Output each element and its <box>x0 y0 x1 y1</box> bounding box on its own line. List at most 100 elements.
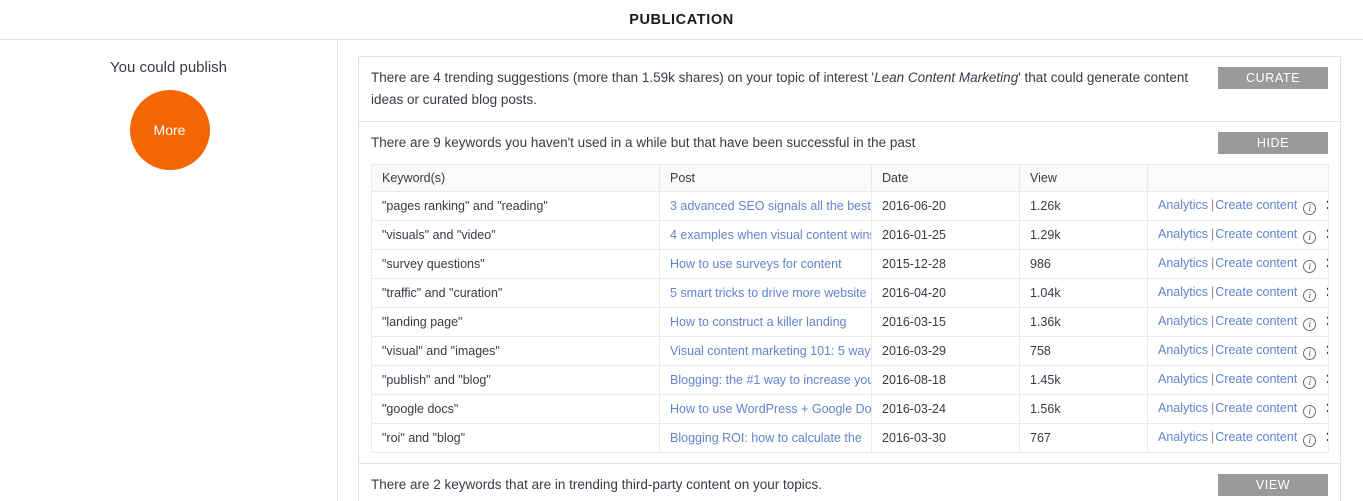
trending-text-before: There are 4 trending suggestions (more t… <box>371 70 875 85</box>
close-icon[interactable]: ✕ <box>1325 284 1327 301</box>
cell-date: 2016-03-15 <box>871 307 1020 337</box>
trending-suggestions-text: There are 4 trending suggestions (more t… <box>371 67 1328 111</box>
table-row: "pages ranking" and "reading" 3 advanced … <box>371 191 1329 221</box>
cell-keyword: "landing page" <box>371 307 660 337</box>
create-content-link[interactable]: Create content <box>1215 314 1297 328</box>
curate-button[interactable]: CURATE <box>1218 67 1328 89</box>
analytics-link[interactable]: Analytics <box>1158 227 1208 241</box>
cell-actions: Analytics|Create contenti✕ <box>1147 278 1329 308</box>
table-row: "publish" and "blog" Blogging: the #1 way… <box>371 365 1329 395</box>
cell-actions: Analytics|Create contenti✕ <box>1147 365 1329 395</box>
post-link[interactable]: How to construct a killer landing <box>670 315 846 329</box>
cell-keyword: "roi" and "blog" <box>371 423 660 453</box>
keywords-table-body: "pages ranking" and "reading" 3 advanced … <box>371 191 1329 453</box>
view-button[interactable]: VIEW <box>1218 474 1328 496</box>
create-content-link[interactable]: Create content <box>1215 285 1297 299</box>
create-content-link[interactable]: Create content <box>1215 430 1297 444</box>
info-icon[interactable]: i <box>1303 434 1317 447</box>
analytics-link[interactable]: Analytics <box>1158 285 1208 299</box>
trending-topic: Lean Content Marketing <box>874 70 1019 85</box>
close-icon[interactable]: ✕ <box>1325 313 1327 330</box>
post-link[interactable]: Blogging: the #1 way to increase your <box>670 373 871 387</box>
table-row: "roi" and "blog" Blogging ROI: how to cal… <box>371 423 1329 453</box>
cell-post: How to construct a killer landing <box>659 307 872 337</box>
create-content-link[interactable]: Create content <box>1215 256 1297 270</box>
cell-keyword: "survey questions" <box>371 249 660 279</box>
trending-suggestions-section: There are 4 trending suggestions (more t… <box>359 57 1340 122</box>
analytics-link[interactable]: Analytics <box>1158 430 1208 444</box>
column-header-actions <box>1147 164 1329 192</box>
post-link[interactable]: Visual content marketing 101: 5 ways <box>670 344 871 358</box>
post-link[interactable]: How to use WordPress + Google Docs <box>670 402 871 416</box>
post-link[interactable]: 3 advanced SEO signals all the best <box>670 199 871 213</box>
cell-keyword: "visuals" and "video" <box>371 220 660 250</box>
info-icon[interactable]: i <box>1303 376 1317 389</box>
info-icon[interactable]: i <box>1303 202 1317 215</box>
close-icon[interactable]: ✕ <box>1325 342 1327 359</box>
cell-date: 2016-06-20 <box>871 191 1020 221</box>
cell-post: How to use surveys for content <box>659 249 872 279</box>
keywords-intro-text: There are 9 keywords you haven't used in… <box>371 135 916 150</box>
cell-view: 1.26k <box>1019 191 1148 221</box>
column-header-view: View <box>1019 164 1148 192</box>
info-icon[interactable]: i <box>1303 347 1317 360</box>
close-icon[interactable]: ✕ <box>1325 197 1327 214</box>
table-row: "landing page" How to construct a killer … <box>371 307 1329 337</box>
table-row: "survey questions" How to use surveys for… <box>371 249 1329 279</box>
analytics-link[interactable]: Analytics <box>1158 343 1208 357</box>
close-icon[interactable]: ✕ <box>1325 255 1327 272</box>
analytics-link[interactable]: Analytics <box>1158 401 1208 415</box>
cell-actions: Analytics|Create contenti✕ <box>1147 220 1329 250</box>
cell-view: 758 <box>1019 336 1148 366</box>
more-button[interactable]: More <box>129 90 210 170</box>
page-header: PUBLICATION <box>0 0 1363 40</box>
create-content-link[interactable]: Create content <box>1215 198 1297 212</box>
table-row: "visuals" and "video" 4 examples when vis… <box>371 220 1329 250</box>
publish-sidebar: You could publish More <box>0 40 338 501</box>
create-content-link[interactable]: Create content <box>1215 372 1297 386</box>
info-icon[interactable]: i <box>1303 260 1317 273</box>
analytics-link[interactable]: Analytics <box>1158 256 1208 270</box>
info-icon[interactable]: i <box>1303 289 1317 302</box>
page-body: You could publish More There are 4 trend… <box>0 40 1363 501</box>
info-icon[interactable]: i <box>1303 231 1317 244</box>
keywords-table-head: Keyword(s) Post Date View <box>371 164 1329 192</box>
analytics-link[interactable]: Analytics <box>1158 314 1208 328</box>
cell-date: 2016-03-24 <box>871 394 1020 424</box>
cell-view: 1.29k <box>1019 220 1148 250</box>
close-icon[interactable]: ✕ <box>1325 371 1327 388</box>
cell-post: 5 smart tricks to drive more website <box>659 278 872 308</box>
close-icon[interactable]: ✕ <box>1325 226 1327 243</box>
cell-post: Blogging ROI: how to calculate the <box>659 423 872 453</box>
post-link[interactable]: 4 examples when visual content wins <box>670 228 871 242</box>
cell-date: 2016-01-25 <box>871 220 1020 250</box>
suggestions-column: There are 4 trending suggestions (more t… <box>338 40 1363 501</box>
close-icon[interactable]: ✕ <box>1325 429 1327 446</box>
cell-post: 3 advanced SEO signals all the best <box>659 191 872 221</box>
page-title: PUBLICATION <box>629 11 734 28</box>
cell-keyword: "traffic" and "curation" <box>371 278 660 308</box>
cell-view: 1.04k <box>1019 278 1148 308</box>
cell-view: 1.36k <box>1019 307 1148 337</box>
cell-view: 767 <box>1019 423 1148 453</box>
post-link[interactable]: Blogging ROI: how to calculate the <box>670 431 862 445</box>
create-content-link[interactable]: Create content <box>1215 343 1297 357</box>
post-link[interactable]: 5 smart tricks to drive more website <box>670 286 867 300</box>
info-icon[interactable]: i <box>1303 318 1317 331</box>
cell-date: 2016-03-29 <box>871 336 1020 366</box>
close-icon[interactable]: ✕ <box>1325 400 1327 417</box>
cell-actions: Analytics|Create contenti✕ <box>1147 249 1329 279</box>
hide-button[interactable]: HIDE <box>1218 132 1328 154</box>
table-row: "visual" and "images" Visual content mark… <box>371 336 1329 366</box>
info-icon[interactable]: i <box>1303 405 1317 418</box>
post-link[interactable]: How to use surveys for content <box>670 257 842 271</box>
third-party-section: There are 2 keywords that are in trendin… <box>359 464 1340 501</box>
create-content-link[interactable]: Create content <box>1215 227 1297 241</box>
table-row: "google docs" How to use WordPress + Goog… <box>371 394 1329 424</box>
cell-actions: Analytics|Create contenti✕ <box>1147 336 1329 366</box>
analytics-link[interactable]: Analytics <box>1158 198 1208 212</box>
cell-date: 2015-12-28 <box>871 249 1020 279</box>
analytics-link[interactable]: Analytics <box>1158 372 1208 386</box>
create-content-link[interactable]: Create content <box>1215 401 1297 415</box>
column-header-post: Post <box>659 164 872 192</box>
